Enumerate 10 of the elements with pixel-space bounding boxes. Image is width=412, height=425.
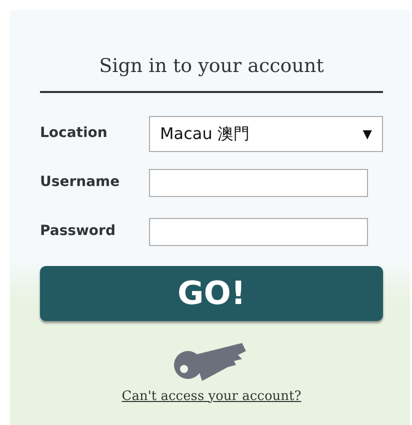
password-field[interactable] bbox=[149, 218, 368, 246]
form-title: Sign in to your account bbox=[40, 52, 383, 92]
help-link[interactable]: Can't access your account? bbox=[122, 386, 302, 406]
field-label: Password bbox=[40, 222, 116, 241]
go-button[interactable]: GO! bbox=[40, 266, 383, 320]
caret-icon: ▼ bbox=[362, 124, 372, 142]
field-label: Username bbox=[40, 173, 121, 192]
field-label: Location bbox=[40, 124, 108, 143]
location-dropdown[interactable]: Macau 澳門 ▼ bbox=[149, 116, 383, 152]
username-field[interactable] bbox=[149, 168, 368, 196]
